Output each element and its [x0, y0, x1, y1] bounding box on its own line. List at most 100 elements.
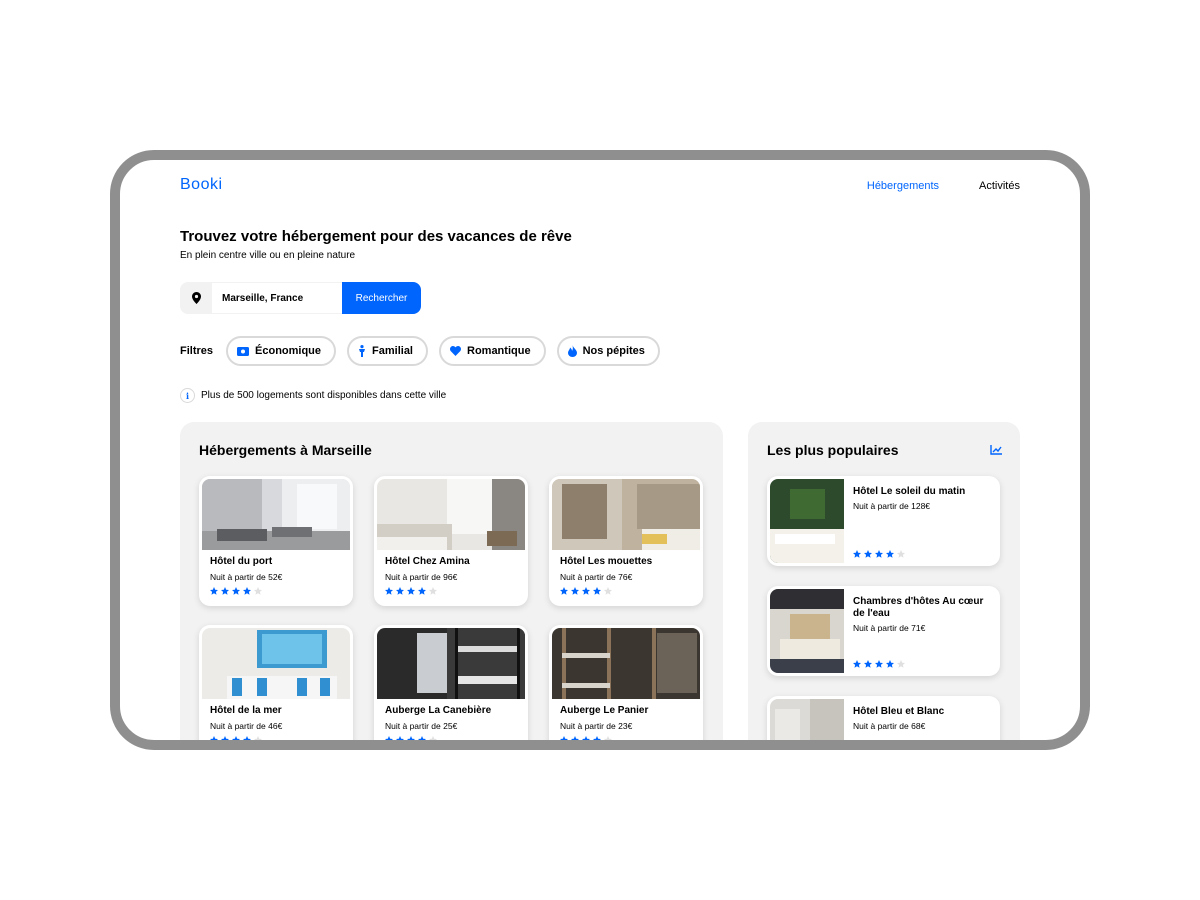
star-filled-icon: [582, 736, 590, 740]
search-button[interactable]: Rechercher: [342, 282, 421, 314]
trending-chart-icon: [990, 442, 1002, 460]
hotel-photo: [202, 628, 350, 699]
hotel-photo: [202, 479, 350, 550]
accommodation-card[interactable]: Auberge Le Panier Nuit à partir de 23€: [549, 625, 703, 740]
popular-panel: Les plus populaires Hôtel Le soleil du m…: [748, 422, 1020, 740]
hotel-price: Nuit à partir de 96€: [385, 572, 458, 582]
availability-info: i Plus de 500 logements sont disponibles…: [180, 388, 446, 403]
star-rating: [853, 550, 905, 558]
popular-card[interactable]: Hôtel Bleu et Blanc Nuit à partir de 68€: [767, 696, 1000, 740]
accommodations-panel: Hébergements à Marseille Hôtel du port N…: [180, 422, 723, 740]
hotel-name: Hôtel Chez Amina: [385, 556, 470, 567]
star-filled-icon: [396, 587, 404, 595]
star-filled-icon: [232, 736, 240, 740]
hotel-name: Auberge Le Panier: [560, 705, 649, 716]
star-empty-icon: [254, 587, 262, 595]
star-filled-icon: [853, 550, 861, 558]
hero-title: Trouvez votre hébergement pour des vacan…: [180, 228, 572, 245]
accommodation-card[interactable]: Hôtel de la mer Nuit à partir de 46€: [199, 625, 353, 740]
star-rating: [853, 660, 905, 668]
star-filled-icon: [210, 736, 218, 740]
hotel-price: Nuit à partir de 128€: [853, 501, 931, 511]
hotel-photo: [770, 589, 844, 673]
hotel-name: Auberge La Canebière: [385, 705, 492, 716]
hotel-price: Nuit à partir de 23€: [560, 721, 633, 731]
nav-hebergements[interactable]: Hébergements: [867, 180, 939, 192]
star-filled-icon: [407, 736, 415, 740]
accommodation-card[interactable]: Hôtel du port Nuit à partir de 52€: [199, 476, 353, 606]
device-frame: Booki Hébergements Activités Trouvez vot…: [110, 150, 1090, 750]
star-filled-icon: [593, 587, 601, 595]
star-filled-icon: [385, 587, 393, 595]
star-filled-icon: [886, 660, 894, 668]
filter-label: Économique: [255, 345, 322, 357]
popular-card[interactable]: Chambres d'hôtes Au cœur de l'eau Nuit à…: [767, 586, 1000, 676]
money-icon: [237, 346, 250, 356]
star-rating: [385, 736, 437, 740]
star-filled-icon: [593, 736, 601, 740]
star-filled-icon: [875, 550, 883, 558]
star-empty-icon: [604, 736, 612, 740]
filter-nos-pepites[interactable]: Nos pépites: [556, 336, 660, 366]
fire-icon: [567, 345, 577, 357]
booki-logo[interactable]: Booki: [180, 176, 223, 194]
star-filled-icon: [875, 660, 883, 668]
hotel-name: Hôtel Les mouettes: [560, 556, 653, 567]
hotel-photo: [552, 628, 700, 699]
star-filled-icon: [407, 587, 415, 595]
star-rating: [210, 587, 262, 595]
star-filled-icon: [571, 587, 579, 595]
booki-page: Booki Hébergements Activités Trouvez vot…: [120, 160, 1080, 740]
hotel-name: Hôtel Le soleil du matin: [853, 486, 966, 497]
hotel-name: Hôtel de la mer: [210, 705, 282, 716]
accommodation-card[interactable]: Hôtel Chez Amina Nuit à partir de 96€: [374, 476, 528, 606]
popular-title: Les plus populaires: [767, 442, 899, 458]
hotel-photo: [770, 699, 844, 740]
filter-familial[interactable]: Familial: [347, 336, 428, 366]
accommodation-card[interactable]: Auberge La Canebière Nuit à partir de 25…: [374, 625, 528, 740]
star-empty-icon: [254, 736, 262, 740]
star-filled-icon: [853, 660, 861, 668]
star-filled-icon: [582, 587, 590, 595]
star-filled-icon: [571, 736, 579, 740]
star-empty-icon: [429, 736, 437, 740]
filters-bar: Filtres Économique Familial Romantique N…: [180, 336, 671, 366]
filters-label: Filtres: [180, 345, 214, 357]
filter-label: Romantique: [467, 345, 531, 357]
filter-label: Familial: [372, 345, 413, 357]
hotel-price: Nuit à partir de 46€: [210, 721, 283, 731]
hotel-photo: [770, 479, 844, 563]
star-empty-icon: [897, 660, 905, 668]
hotel-photo: [377, 479, 525, 550]
star-rating: [385, 587, 437, 595]
filter-label: Nos pépites: [582, 345, 645, 357]
search-input[interactable]: [212, 282, 342, 314]
map-pin-icon: [180, 282, 212, 314]
popular-card[interactable]: Hôtel Le soleil du matin Nuit à partir d…: [767, 476, 1000, 566]
hotel-price: Nuit à partir de 76€: [560, 572, 633, 582]
hotel-name: Chambres d'hôtes Au cœur de l'eau: [853, 596, 984, 619]
star-filled-icon: [560, 736, 568, 740]
star-filled-icon: [864, 550, 872, 558]
filter-romantique[interactable]: Romantique: [439, 336, 546, 366]
filter-economique[interactable]: Économique: [226, 336, 337, 366]
star-filled-icon: [243, 587, 251, 595]
nav-activites[interactable]: Activités: [979, 180, 1020, 192]
star-filled-icon: [232, 587, 240, 595]
accommodation-card[interactable]: Hôtel Les mouettes Nuit à partir de 76€: [549, 476, 703, 606]
star-filled-icon: [418, 587, 426, 595]
star-rating: [210, 736, 262, 740]
star-filled-icon: [396, 736, 404, 740]
child-icon: [358, 345, 366, 357]
star-empty-icon: [604, 587, 612, 595]
star-rating: [560, 736, 612, 740]
main-nav: Hébergements Activités: [867, 180, 1020, 192]
info-icon: i: [180, 388, 195, 403]
star-empty-icon: [429, 587, 437, 595]
hotel-price: Nuit à partir de 52€: [210, 572, 283, 582]
star-filled-icon: [385, 736, 393, 740]
hotel-photo: [552, 479, 700, 550]
star-filled-icon: [210, 587, 218, 595]
star-filled-icon: [221, 736, 229, 740]
star-filled-icon: [864, 660, 872, 668]
